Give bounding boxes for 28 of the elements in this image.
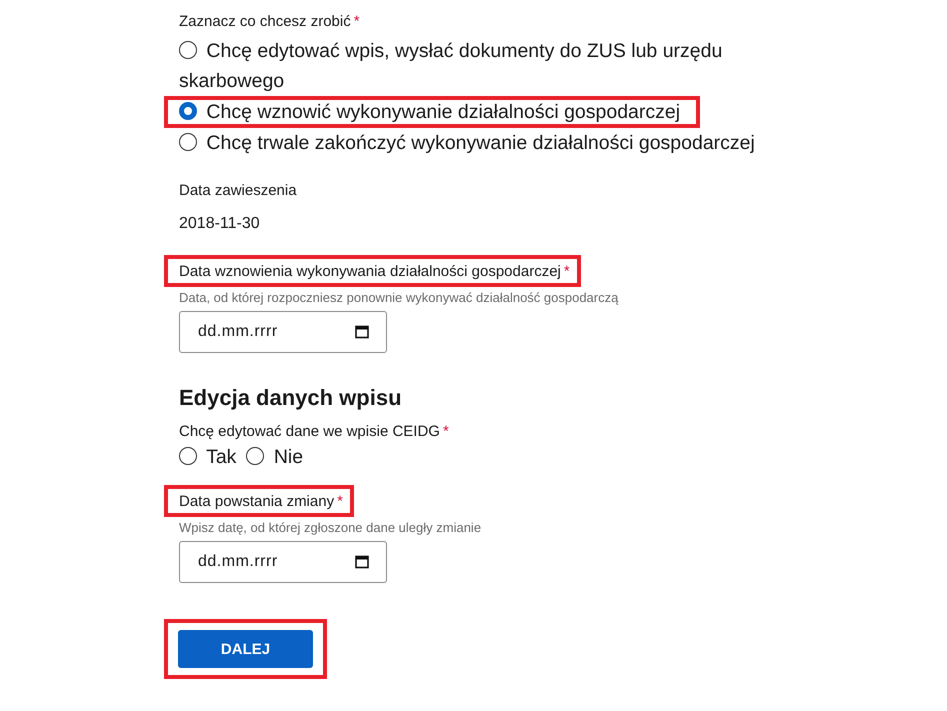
field-label: Data powstania zmiany — [179, 493, 334, 510]
radio-button[interactable] — [179, 133, 197, 151]
calendar-icon[interactable] — [355, 325, 369, 339]
field-label: Data zawieszenia — [179, 182, 298, 199]
required-mark: * — [442, 423, 449, 440]
radio-option[interactable]: Chcę trwale zakończyć wykonywanie działalności gospodarczej — [179, 128, 819, 158]
field-value: 2018-11-30 — [179, 215, 261, 233]
radio-button[interactable] — [179, 102, 197, 120]
required-mark: * — [354, 13, 360, 30]
radio-option[interactable]: Nie — [246, 446, 304, 469]
radio-button[interactable] — [246, 447, 264, 465]
field-hint: Wpisz datę, od której zgłoszone dane uległy zmianie — [179, 520, 482, 535]
radio-option[interactable]: Chcę wznowić wykonywanie działalności gospodarczej — [179, 100, 680, 124]
field-hint: Data, od której rozpoczniesz ponownie wykonywać działalność gospodarczą — [179, 290, 620, 305]
radio-option[interactable]: Tak — [179, 446, 236, 469]
section-heading: Edycja danych wpisu — [179, 385, 403, 411]
field-label: Chcę edytować dane we wpisie CEIDG — [179, 423, 440, 440]
field-label: Zaznacz co chcesz zrobić — [179, 13, 351, 30]
field-label: Data wznowienia wykonywania działalności gospodarczej — [179, 263, 561, 280]
required-mark: * — [337, 493, 343, 510]
date-field[interactable]: dd.mm.rrrr — [179, 541, 387, 583]
required-mark: * — [564, 263, 570, 280]
date-field[interactable]: dd.mm.rrrr — [179, 311, 387, 353]
next-button[interactable]: DALEJ — [178, 630, 313, 668]
calendar-icon[interactable] — [355, 555, 369, 569]
radio-button[interactable] — [179, 41, 197, 59]
radio-option[interactable]: Chcę edytować wpis, wysłać dokumenty do ZUS lub urzędu skarbowego — [179, 36, 819, 96]
radio-button[interactable] — [179, 447, 197, 465]
